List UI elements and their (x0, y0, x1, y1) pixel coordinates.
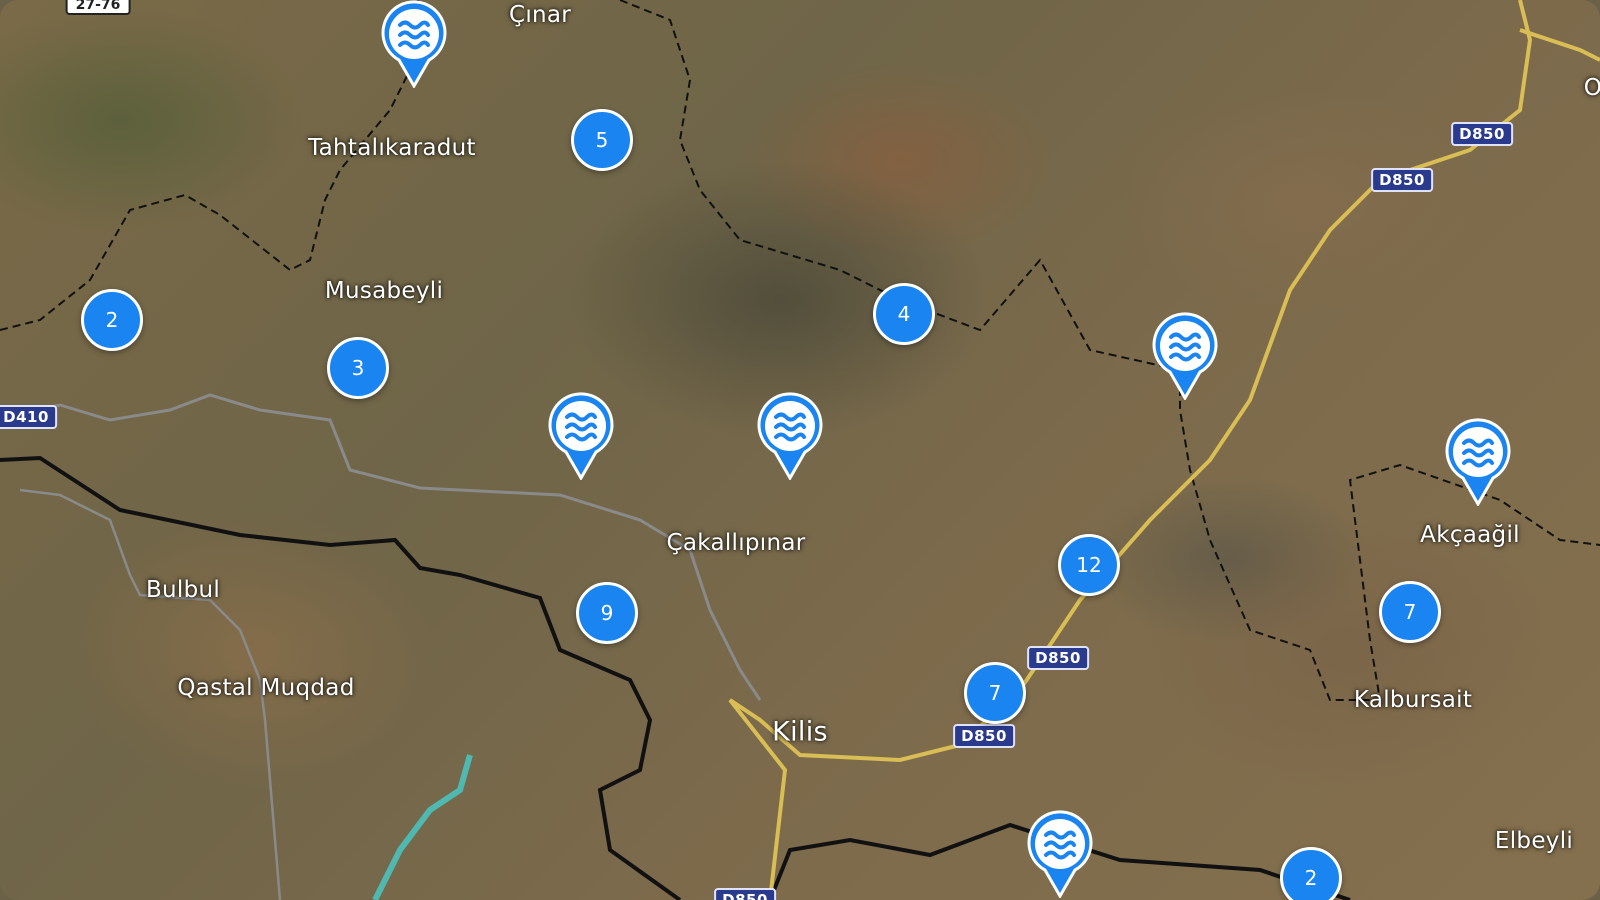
cluster-marker[interactable]: 5 (571, 109, 633, 171)
cluster-marker[interactable]: 9 (576, 582, 638, 644)
map-view[interactable]: Çınar Tahtalıkaradut Musabeyli Çakallıpı… (0, 0, 1600, 900)
place-label-elbeyli: Elbeyli (1494, 828, 1574, 854)
cluster-marker[interactable]: 2 (81, 289, 143, 351)
highway-d850 (728, 0, 1533, 900)
water-waves-icon (548, 392, 614, 482)
cluster-marker[interactable]: 7 (964, 662, 1026, 724)
water-waves-icon (1445, 418, 1511, 508)
place-label-cinar: Çınar (508, 2, 572, 28)
water-waves-icon (381, 0, 447, 90)
district-border (619, 0, 1600, 701)
place-label-o: O (1583, 75, 1600, 101)
road-shield-d850: D850 (1451, 122, 1513, 146)
road-shield-27-76: 27-76 (65, 0, 131, 15)
water-pin[interactable] (1027, 810, 1093, 900)
water-pin[interactable] (1152, 312, 1218, 402)
road-shield-d850: D850 (953, 724, 1015, 748)
place-label-akcaagil: Akçaağil (1420, 522, 1520, 548)
water-waves-icon (757, 392, 823, 482)
road-shield-d850: D850 (714, 888, 776, 900)
place-label-musabeyli: Musabeyli (324, 278, 444, 304)
water-pin[interactable] (381, 0, 447, 90)
road-d410 (0, 393, 762, 701)
road-shield-d850: D850 (1027, 646, 1089, 670)
cluster-marker[interactable]: 12 (1058, 534, 1120, 596)
road-shield-d850: D850 (1371, 168, 1433, 192)
place-label-kalbursait: Kalbursait (1353, 687, 1473, 713)
water-waves-icon (1027, 810, 1093, 900)
water-pin[interactable] (757, 392, 823, 482)
cluster-marker[interactable]: 3 (327, 337, 389, 399)
cluster-marker[interactable]: 7 (1379, 581, 1441, 643)
road-shield-d410: D410 (0, 405, 57, 429)
place-label-qastal-muqdad: Qastal Muqdad (177, 675, 355, 701)
place-label-kilis: Kilis (772, 716, 828, 748)
cluster-marker[interactable]: 4 (873, 283, 935, 345)
river (372, 754, 473, 900)
water-pin[interactable] (1445, 418, 1511, 508)
place-label-tahtalikaradut: Tahtalıkaradut (308, 135, 476, 161)
cluster-marker[interactable]: 2 (1280, 847, 1342, 900)
water-waves-icon (1152, 312, 1218, 402)
highway-east-branch (1519, 28, 1600, 62)
water-pin[interactable] (548, 392, 614, 482)
place-label-bulbul: Bulbul (145, 577, 221, 603)
place-label-cakallipinar: Çakallıpınar (666, 530, 806, 556)
